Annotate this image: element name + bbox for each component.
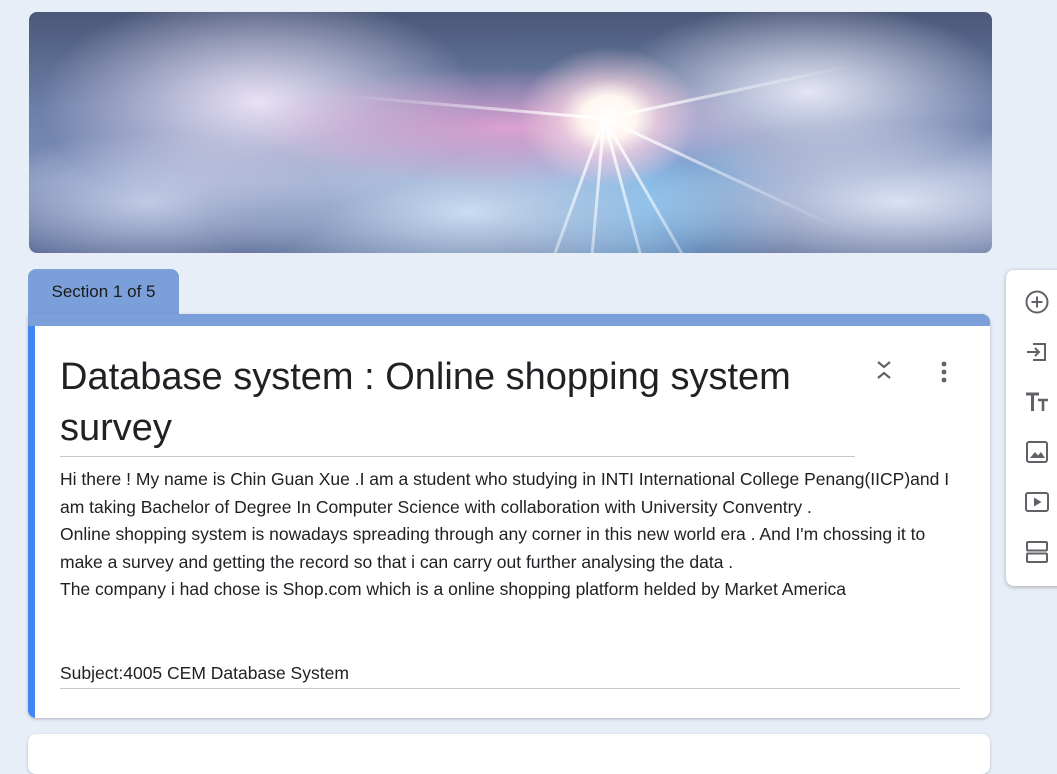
video-icon xyxy=(1025,492,1049,512)
add-image-button[interactable] xyxy=(1024,439,1050,465)
form-title-field[interactable]: Database system : Online shopping system… xyxy=(60,352,855,457)
add-title-button[interactable] xyxy=(1024,389,1050,415)
form-subject-field[interactable]: Subject:4005 CEM Database System xyxy=(60,661,960,689)
header-banner-image xyxy=(29,12,992,253)
image-icon xyxy=(1026,441,1048,463)
section-icon xyxy=(1026,541,1048,563)
more-vert-icon xyxy=(941,361,947,383)
title-text-icon xyxy=(1026,392,1048,411)
form-description-field[interactable]: Hi there ! My name is Chin Guan Xue .I a… xyxy=(60,466,960,604)
section-tab: Section 1 of 5 xyxy=(28,269,179,319)
import-questions-button[interactable] xyxy=(1024,339,1050,365)
add-question-button[interactable] xyxy=(1024,289,1050,315)
card-accent-bar xyxy=(28,314,990,326)
active-card-indicator xyxy=(28,326,35,718)
floating-toolbar xyxy=(1006,270,1057,586)
collapse-section-button[interactable] xyxy=(872,358,896,386)
add-circle-icon xyxy=(1025,290,1049,314)
form-header-card[interactable]: Database system : Online shopping system… xyxy=(28,314,990,718)
add-section-button[interactable] xyxy=(1024,539,1050,565)
collapse-chevrons-icon xyxy=(877,361,891,379)
import-icon xyxy=(1027,343,1046,361)
next-question-card[interactable] xyxy=(28,734,990,774)
add-video-button[interactable] xyxy=(1024,489,1050,515)
more-options-button[interactable] xyxy=(932,358,956,386)
